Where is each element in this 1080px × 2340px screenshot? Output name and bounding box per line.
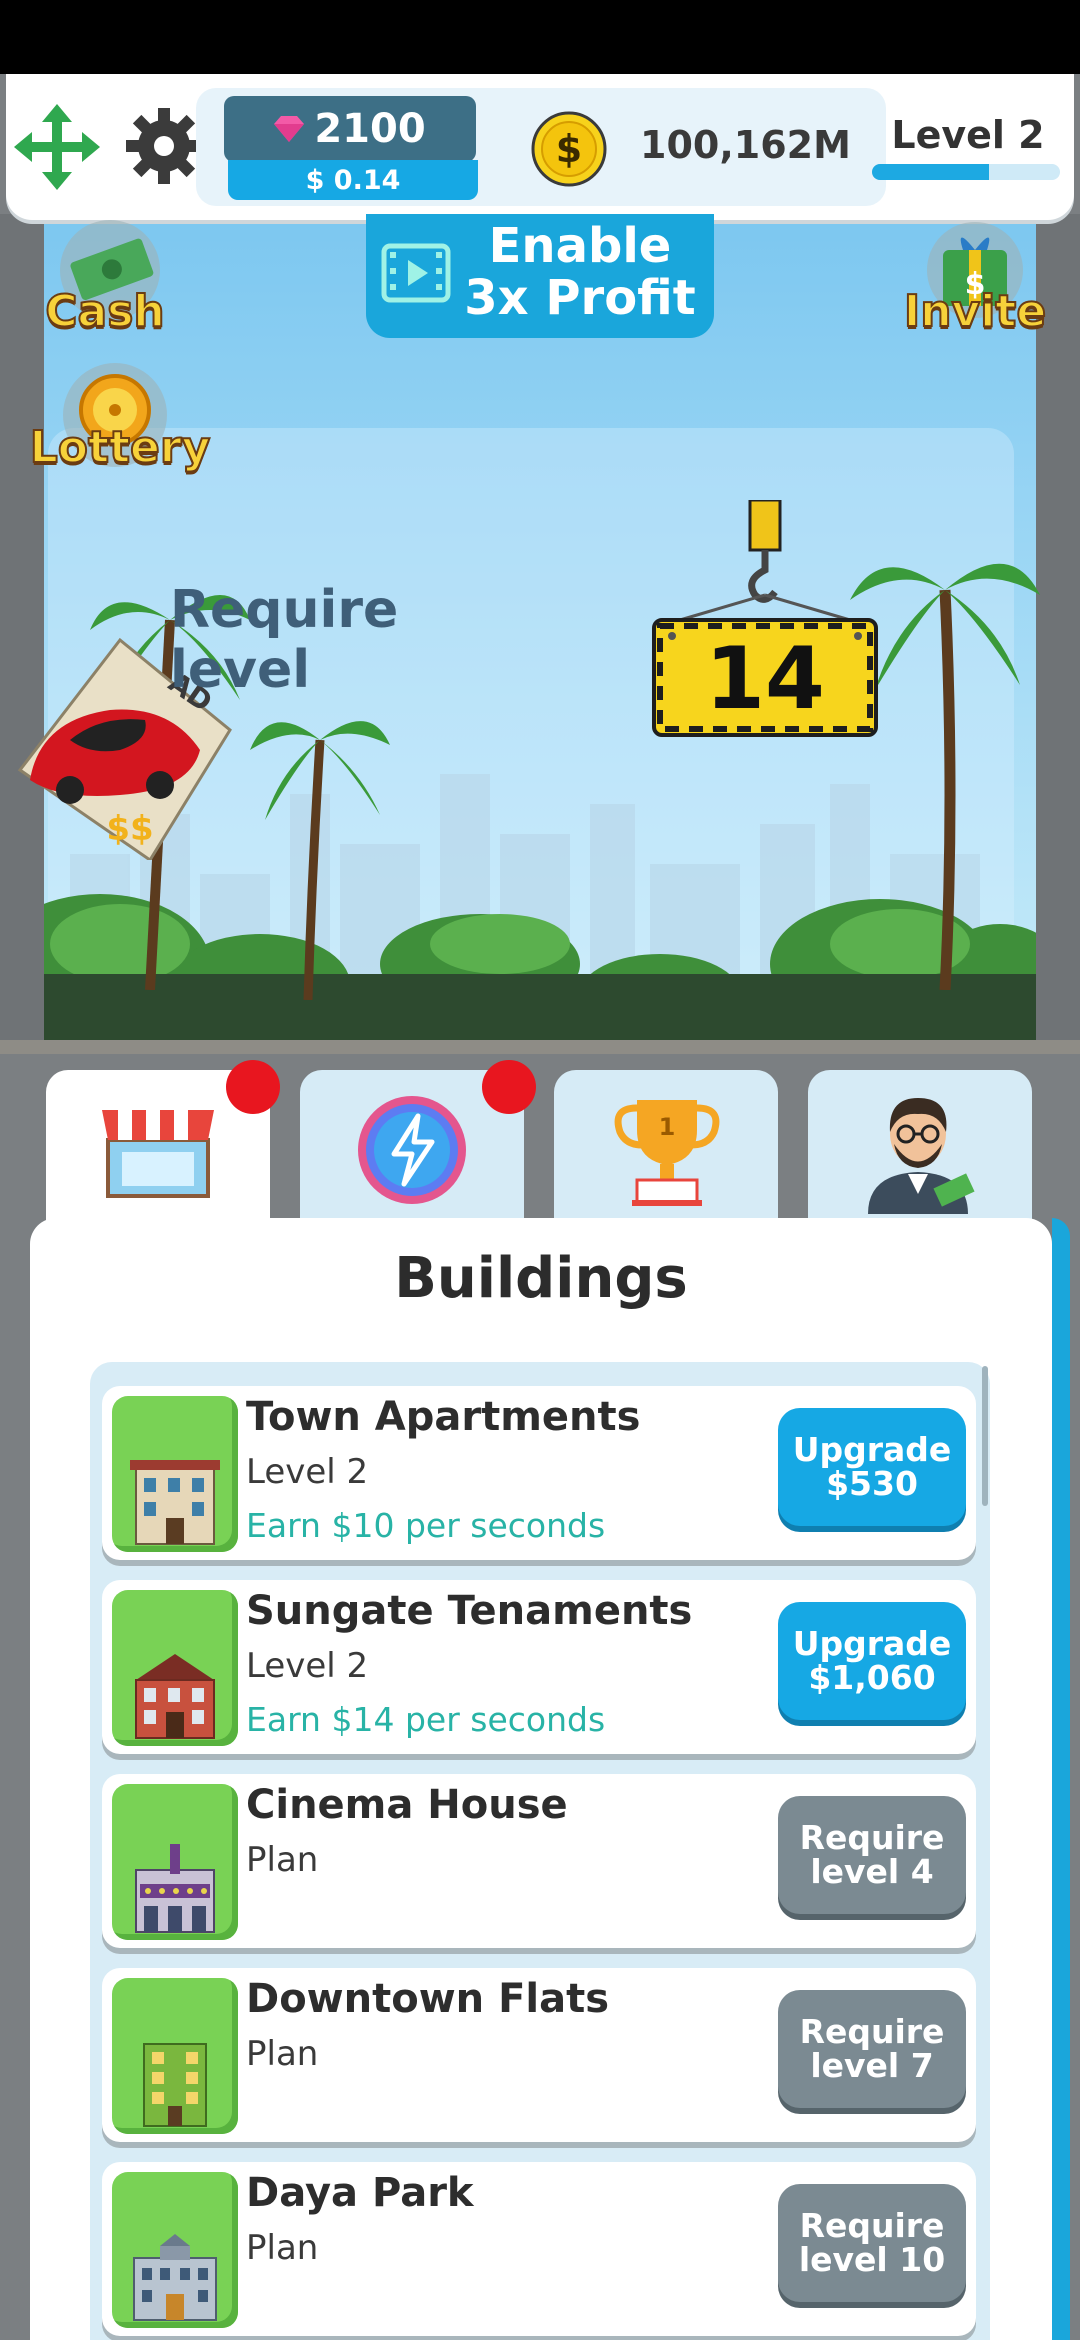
invite-label: Invite: [903, 285, 1047, 338]
coin-icon: $: [531, 111, 607, 187]
lightning-icon: [358, 1096, 466, 1204]
lottery-label: Lottery: [29, 421, 212, 474]
trophy-icon: 1: [614, 1100, 720, 1206]
building-thumbnail: [112, 1784, 238, 1940]
invite-button[interactable]: $ Invite: [890, 220, 1060, 350]
require-level-button[interactable]: Require level 10: [778, 2184, 966, 2302]
button-line-2: level 7: [810, 2046, 934, 2085]
move-arrows-icon[interactable]: [14, 104, 100, 190]
gear-icon[interactable]: [124, 106, 204, 186]
svg-text:$: $: [556, 127, 582, 171]
level-progress-fill: [872, 164, 989, 180]
gem-count: 2100: [314, 106, 426, 152]
cinema-building-icon: [135, 1844, 215, 1933]
lottery-button[interactable]: Lottery: [20, 360, 220, 490]
cash-button[interactable]: Cash: [30, 220, 180, 350]
building-thumbnail: [112, 1590, 238, 1746]
manager-avatar-icon: [868, 1098, 975, 1214]
building-card: Town Apartments Level 2 Earn $10 per sec…: [102, 1386, 976, 1560]
building-name: Daya Park: [246, 2170, 474, 2216]
upgrade-button[interactable]: Upgrade $530: [778, 1408, 966, 1526]
player-level: Level 2: [891, 113, 1045, 157]
level-progress-bar: [872, 164, 1060, 180]
building-status: Plan: [246, 2228, 319, 2268]
building-name: Sungate Tenaments: [246, 1588, 693, 1634]
building-earn-rate: Earn $14 per seconds: [246, 1700, 606, 1739]
building-name: Town Apartments: [246, 1394, 641, 1440]
require-level-button[interactable]: Require level 7: [778, 1990, 966, 2108]
notification-dot: [226, 1060, 280, 1114]
button-line-2: level 10: [798, 2240, 946, 2279]
gem-icon: [274, 116, 305, 142]
button-line-1: Upgrade: [792, 1624, 952, 1663]
tab-manager[interactable]: [808, 1070, 1032, 1228]
tab-trophy[interactable]: 1: [554, 1070, 778, 1228]
button-line-1: Require: [799, 2012, 945, 2051]
button-line-1: Require: [799, 2206, 945, 2245]
shop-icon: [102, 1110, 214, 1198]
button-line-1: Upgrade: [792, 1430, 952, 1469]
building-earn-rate: Earn $10 per seconds: [246, 1506, 606, 1545]
svg-text:$$: $$: [106, 809, 153, 849]
enable-line-1: Enable: [488, 218, 672, 274]
enable-line-2: 3x Profit: [464, 270, 696, 326]
building-card: Daya Park Plan Require level 10: [102, 2162, 976, 2336]
building-card: Sungate Tenaments Level 2 Earn $14 per s…: [102, 1580, 976, 1754]
building-thumbnail: [112, 1978, 238, 2134]
building-status: Plan: [246, 2034, 319, 2074]
upgrade-button[interactable]: Upgrade $1,060: [778, 1602, 966, 1720]
building-status: Level 2: [246, 1646, 369, 1686]
building-thumbnail: [112, 2172, 238, 2328]
coin-balance: 100,162M: [640, 123, 851, 167]
button-line-2: level 4: [810, 1852, 934, 1891]
required-level-number: 14: [705, 629, 825, 729]
building-name: Cinema House: [246, 1782, 568, 1828]
status-bar: [0, 0, 1080, 74]
building-thumbnail: [112, 1396, 238, 1552]
require-level-text: Require level: [170, 580, 399, 700]
list-scrollbar[interactable]: [982, 1366, 988, 1506]
park-building-icon: [133, 2234, 217, 2321]
require-level-button[interactable]: Require level 4: [778, 1796, 966, 1914]
enable-profit-button[interactable]: Enable 3x Profit: [366, 214, 714, 338]
flats-building-icon: [143, 2043, 207, 2127]
gem-counter[interactable]: 2100: [224, 96, 476, 162]
video-icon: [381, 243, 451, 303]
cash-label: Cash: [44, 285, 166, 338]
notification-dot: [482, 1060, 536, 1114]
palm-tree-icon: [250, 721, 390, 1000]
button-line-2: $530: [826, 1464, 918, 1503]
button-line-2: $1,060: [808, 1658, 936, 1697]
apartment-building-icon: [130, 1460, 220, 1545]
usd-balance[interactable]: $ 0.14: [228, 160, 478, 200]
building-status: Level 2: [246, 1452, 369, 1492]
panel-title: Buildings: [394, 1246, 688, 1311]
button-line-1: Require: [799, 1818, 945, 1857]
tenement-building-icon: [135, 1654, 215, 1739]
building-status: Plan: [246, 1840, 319, 1880]
svg-text:1: 1: [659, 1113, 676, 1141]
panel-edge: [1052, 1218, 1070, 2340]
building-card: Cinema House Plan Require level 4: [102, 1774, 976, 1948]
building-name: Downtown Flats: [246, 1976, 610, 2022]
building-card: Downtown Flats Plan Require level 7: [102, 1968, 976, 2142]
